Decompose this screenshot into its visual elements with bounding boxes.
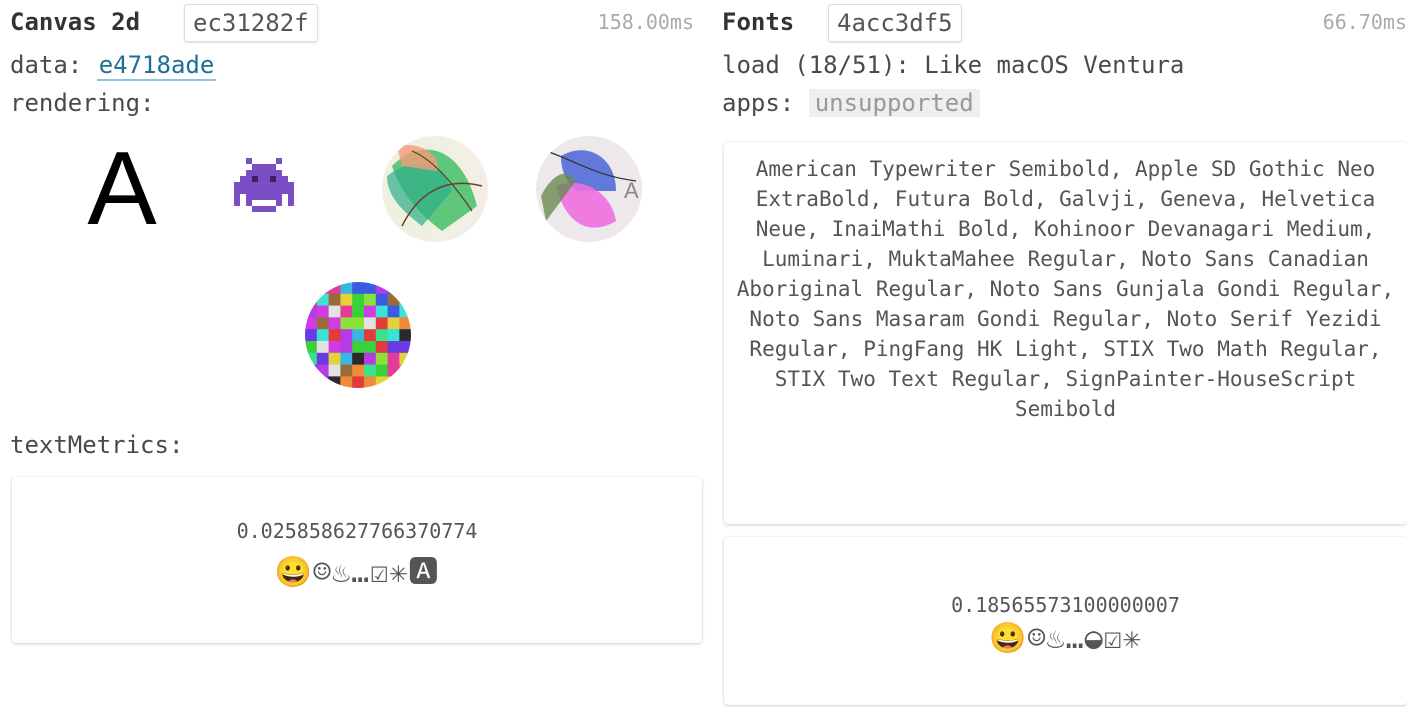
fonts-list-card: American Typewriter Semibold, Apple SD G… <box>724 142 1407 524</box>
canvas-data-label: data: <box>10 51 83 79</box>
canvas-time: 158.00ms <box>597 10 694 34</box>
fonts-list-text: American Typewriter Semibold, Apple SD G… <box>736 157 1395 421</box>
rendered-color-grid-circle <box>305 282 411 388</box>
fonts-hash-badge: 4acc3df5 <box>828 4 962 42</box>
canvas-hash-badge: ec31282f <box>184 4 318 42</box>
canvas-rendering-label: rendering: <box>10 89 155 117</box>
fonts-metric-emojis: 😀☺♨…◒☑✳ <box>989 621 1142 656</box>
textmetrics-label: textMetrics: <box>10 431 184 459</box>
canvas-header: Canvas 2d ec31282f 158.00ms <box>10 0 704 46</box>
fonts-metric-value: 0.18565573100000007 <box>951 593 1180 617</box>
rendered-curves-circle-1 <box>382 136 488 242</box>
fonts-load-text: load (18/51): Like macOS Ventura <box>722 51 1185 79</box>
canvas-textmetrics-card: 0.025858627766370774 😀☺♨…☑✳🅰 <box>12 477 702 643</box>
canvas-data-hash-link[interactable]: e4718ade <box>96 51 217 81</box>
fonts-metric-card: 0.18565573100000007 😀☺♨…◒☑✳ <box>724 537 1407 705</box>
canvas-metric-value: 0.025858627766370774 <box>236 519 478 543</box>
svg-text:A: A <box>624 178 639 203</box>
rendered-invader-emoji <box>224 150 304 226</box>
fonts-apps-unsupported-badge: unsupported <box>808 89 980 117</box>
canvas-2d-panel: Canvas 2d ec31282f 158.00ms data: e4718a… <box>10 0 704 643</box>
canvas-metric-emojis: 😀☺♨…☑✳🅰 <box>274 555 440 590</box>
fonts-panel: Fonts 4acc3df5 66.70ms load (18/51): Lik… <box>722 0 1407 705</box>
fonts-header: Fonts 4acc3df5 66.70ms <box>722 0 1407 46</box>
canvas-data-row: data: e4718ade <box>10 46 704 84</box>
canvas-title: Canvas 2d <box>10 8 141 36</box>
canvas-renderings: A A <box>10 122 704 422</box>
rendered-glyph-a: A <box>87 131 157 247</box>
fonts-time: 66.70ms <box>1322 10 1407 34</box>
rendered-curves-circle-2: A <box>536 136 642 242</box>
fonts-title: Fonts <box>722 8 795 36</box>
fonts-apps-row: apps: unsupported <box>722 84 1407 122</box>
fonts-apps-label: apps: <box>722 89 795 117</box>
alien-invader-icon <box>234 158 294 212</box>
